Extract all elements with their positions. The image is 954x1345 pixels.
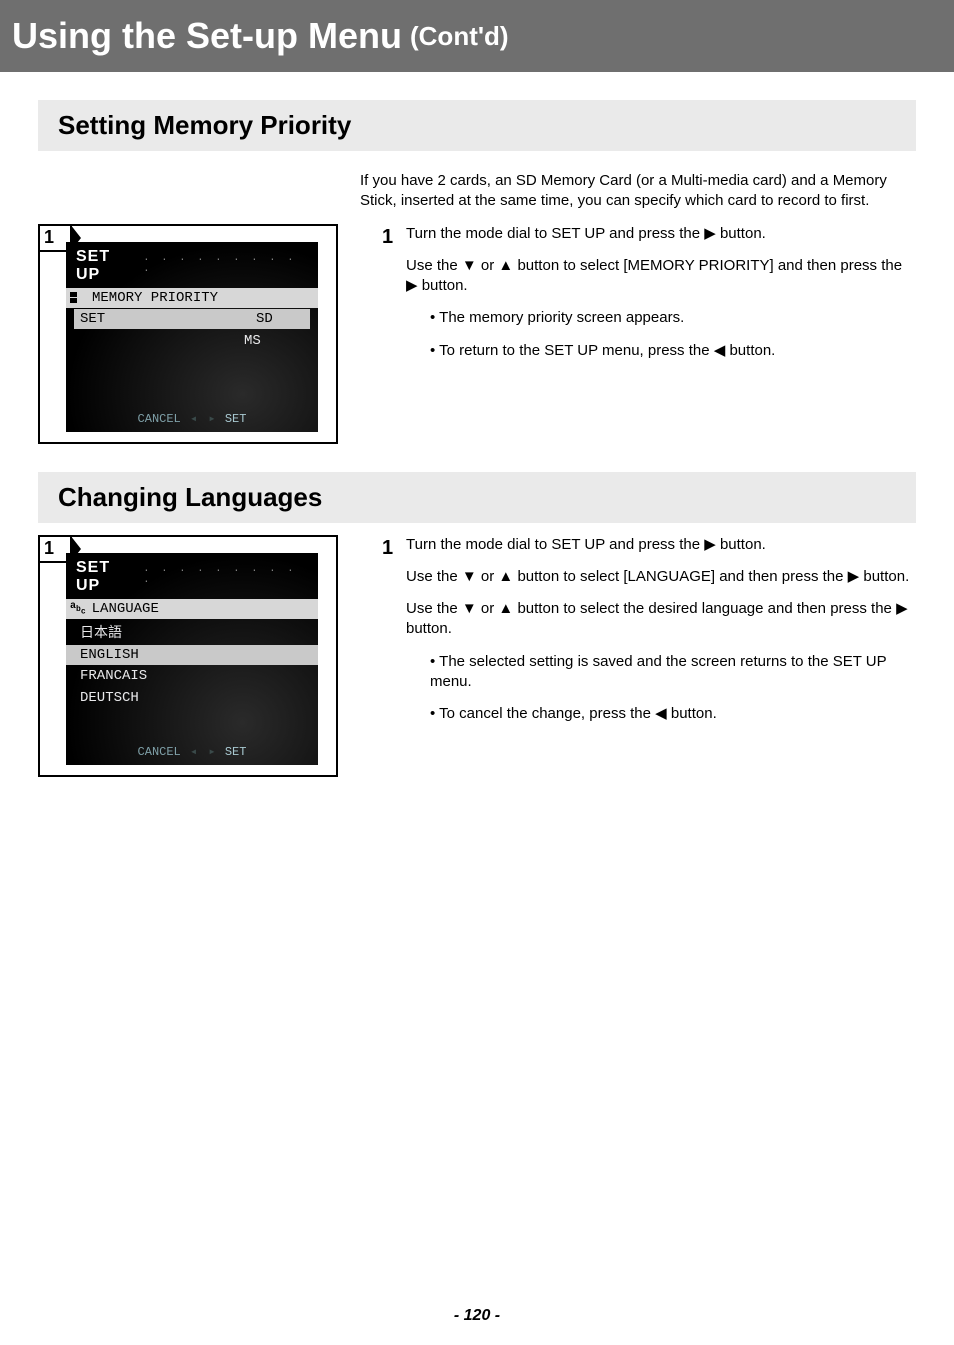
- lcd-cell-ms: MS: [244, 333, 304, 349]
- left-tri-icon: ◂: [190, 412, 197, 426]
- lcd-footer-1: CANCEL ◂ ▸ SET: [66, 411, 318, 426]
- s22b: or: [481, 568, 499, 585]
- s2d: button.: [422, 277, 468, 294]
- down-arrow-icon: ▼: [462, 599, 477, 619]
- lcd-cancel-2: CANCEL: [138, 745, 181, 759]
- s23d: button.: [406, 620, 452, 637]
- lcd-frame-2: 1 SET UP · · · · · · · · · · abc LANGUAG…: [38, 535, 338, 777]
- lcd-set-2: SET: [225, 745, 247, 759]
- lcd-dots: · · · · · · · · · ·: [143, 255, 308, 277]
- section2-body: 1 SET UP · · · · · · · · · · abc LANGUAG…: [38, 535, 916, 777]
- cards-icon: [70, 292, 86, 303]
- s2a: Use the: [406, 257, 462, 274]
- right-arrow-icon: ▶: [848, 567, 860, 587]
- s22c: button to select [LANGUAGE] and then pre…: [517, 568, 847, 585]
- lcd-title: SET UP: [76, 248, 137, 284]
- step-1: 1 Turn the mode dial to SET UP and press…: [382, 224, 916, 373]
- lcd-screen-memory: SET UP · · · · · · · · · · MEMORY PRIORI…: [66, 242, 318, 432]
- up-arrow-icon: ▲: [498, 567, 513, 587]
- page-number: - 120 -: [0, 1307, 954, 1325]
- down-arrow-icon: ▼: [462, 256, 477, 276]
- s2suba: The selected setting is saved and the sc…: [430, 653, 886, 690]
- lang-opt-en: ENGLISH: [66, 645, 318, 665]
- page-header: Using the Set-up Menu (Cont'd): [0, 0, 954, 72]
- lang-opt-jp: 日本語: [66, 619, 318, 645]
- lcd-heading-lang: abc LANGUAGE: [66, 599, 318, 619]
- lcd-footer-2: CANCEL ◂ ▸ SET: [66, 744, 318, 759]
- left-arrow-icon: ◀: [655, 704, 667, 724]
- left-arrow-icon: ◀: [714, 341, 726, 361]
- s22a: Use the: [406, 568, 462, 585]
- lcd-heading-text: MEMORY PRIORITY: [92, 290, 218, 306]
- lcd-cancel: CANCEL: [138, 412, 181, 426]
- right-tri-icon: ▸: [208, 745, 215, 759]
- opt1: 日本語: [80, 622, 122, 642]
- step-1b: 1 Turn the mode dial to SET UP and press…: [382, 535, 916, 737]
- suba: The memory priority screen appears.: [439, 309, 684, 326]
- lcd-set: SET: [225, 412, 247, 426]
- s23a: Use the: [406, 600, 462, 617]
- s1a: Turn the mode dial to SET UP and press t…: [406, 225, 704, 242]
- up-arrow-icon: ▲: [498, 256, 513, 276]
- step-num-1: 1: [382, 224, 406, 373]
- s1b: button.: [720, 225, 766, 242]
- s23c: button to select the desired language an…: [517, 600, 896, 617]
- right-arrow-icon: ▶: [406, 276, 418, 296]
- section1-steps: 1 Turn the mode dial to SET UP and press…: [338, 224, 916, 373]
- lcd-row-ms: MS: [66, 330, 318, 352]
- lcd-frame-1: 1 SET UP · · · · · · · · · · MEMORY PRIO…: [38, 224, 338, 444]
- s2subc: button.: [671, 705, 717, 722]
- section-title-memory: Setting Memory Priority: [38, 100, 916, 151]
- figure-2: 1 SET UP · · · · · · · · · · abc LANGUAG…: [38, 535, 338, 777]
- s21b: button.: [720, 536, 766, 553]
- figure-1: 1 SET UP · · · · · · · · · · MEMORY PRIO…: [38, 224, 338, 444]
- right-arrow-icon: ▶: [896, 599, 908, 619]
- lang-opt-fr: FRANCAIS: [66, 665, 318, 687]
- s2c: button to select [MEMORY PRIORITY] and t…: [517, 257, 902, 274]
- step-num-1b: 1: [382, 535, 406, 737]
- lcd-dots-2: · · · · · · · · · ·: [143, 566, 308, 588]
- lcd-cell-sd: SD: [250, 309, 310, 329]
- s2subb: To cancel the change, press the: [439, 705, 655, 722]
- abc-icon: abc: [70, 601, 86, 617]
- section-title-language: Changing Languages: [38, 472, 916, 523]
- left-tri-icon: ◂: [190, 745, 197, 759]
- s23b: or: [481, 600, 499, 617]
- opt4: DEUTSCH: [80, 690, 139, 706]
- section1-body: 1 SET UP · · · · · · · · · · MEMORY PRIO…: [38, 224, 916, 444]
- section2-steps: 1 Turn the mode dial to SET UP and press…: [338, 535, 916, 737]
- opt3: FRANCAIS: [80, 668, 147, 684]
- lang-opt-de: DEUTSCH: [66, 687, 318, 709]
- lcd-title-2: SET UP: [76, 559, 137, 595]
- lcd-heading-lang-text: LANGUAGE: [92, 601, 159, 617]
- right-arrow-icon: ▶: [704, 535, 716, 555]
- header-title-main: Using the Set-up Menu: [12, 15, 402, 57]
- down-arrow-icon: ▼: [462, 567, 477, 587]
- lcd-row-set: SET SD: [66, 308, 318, 330]
- intro-text: If you have 2 cards, an SD Memory Card (…: [360, 171, 916, 212]
- header-title-sub: (Cont'd): [410, 21, 509, 52]
- s22d: button.: [863, 568, 909, 585]
- s2b: or: [481, 257, 499, 274]
- opt2: ENGLISH: [80, 647, 139, 663]
- lcd-screen-language: SET UP · · · · · · · · · · abc LANGUAGE …: [66, 553, 318, 765]
- subb: To return to the SET UP menu, press the: [439, 342, 714, 359]
- section1-intro: If you have 2 cards, an SD Memory Card (…: [360, 171, 916, 212]
- up-arrow-icon: ▲: [498, 599, 513, 619]
- lcd-heading-memory: MEMORY PRIORITY: [66, 288, 318, 308]
- right-tri-icon: ▸: [208, 412, 215, 426]
- lcd-cell-set: SET: [74, 309, 250, 329]
- s21a: Turn the mode dial to SET UP and press t…: [406, 536, 704, 553]
- right-arrow-icon: ▶: [704, 224, 716, 244]
- subc: button.: [729, 342, 775, 359]
